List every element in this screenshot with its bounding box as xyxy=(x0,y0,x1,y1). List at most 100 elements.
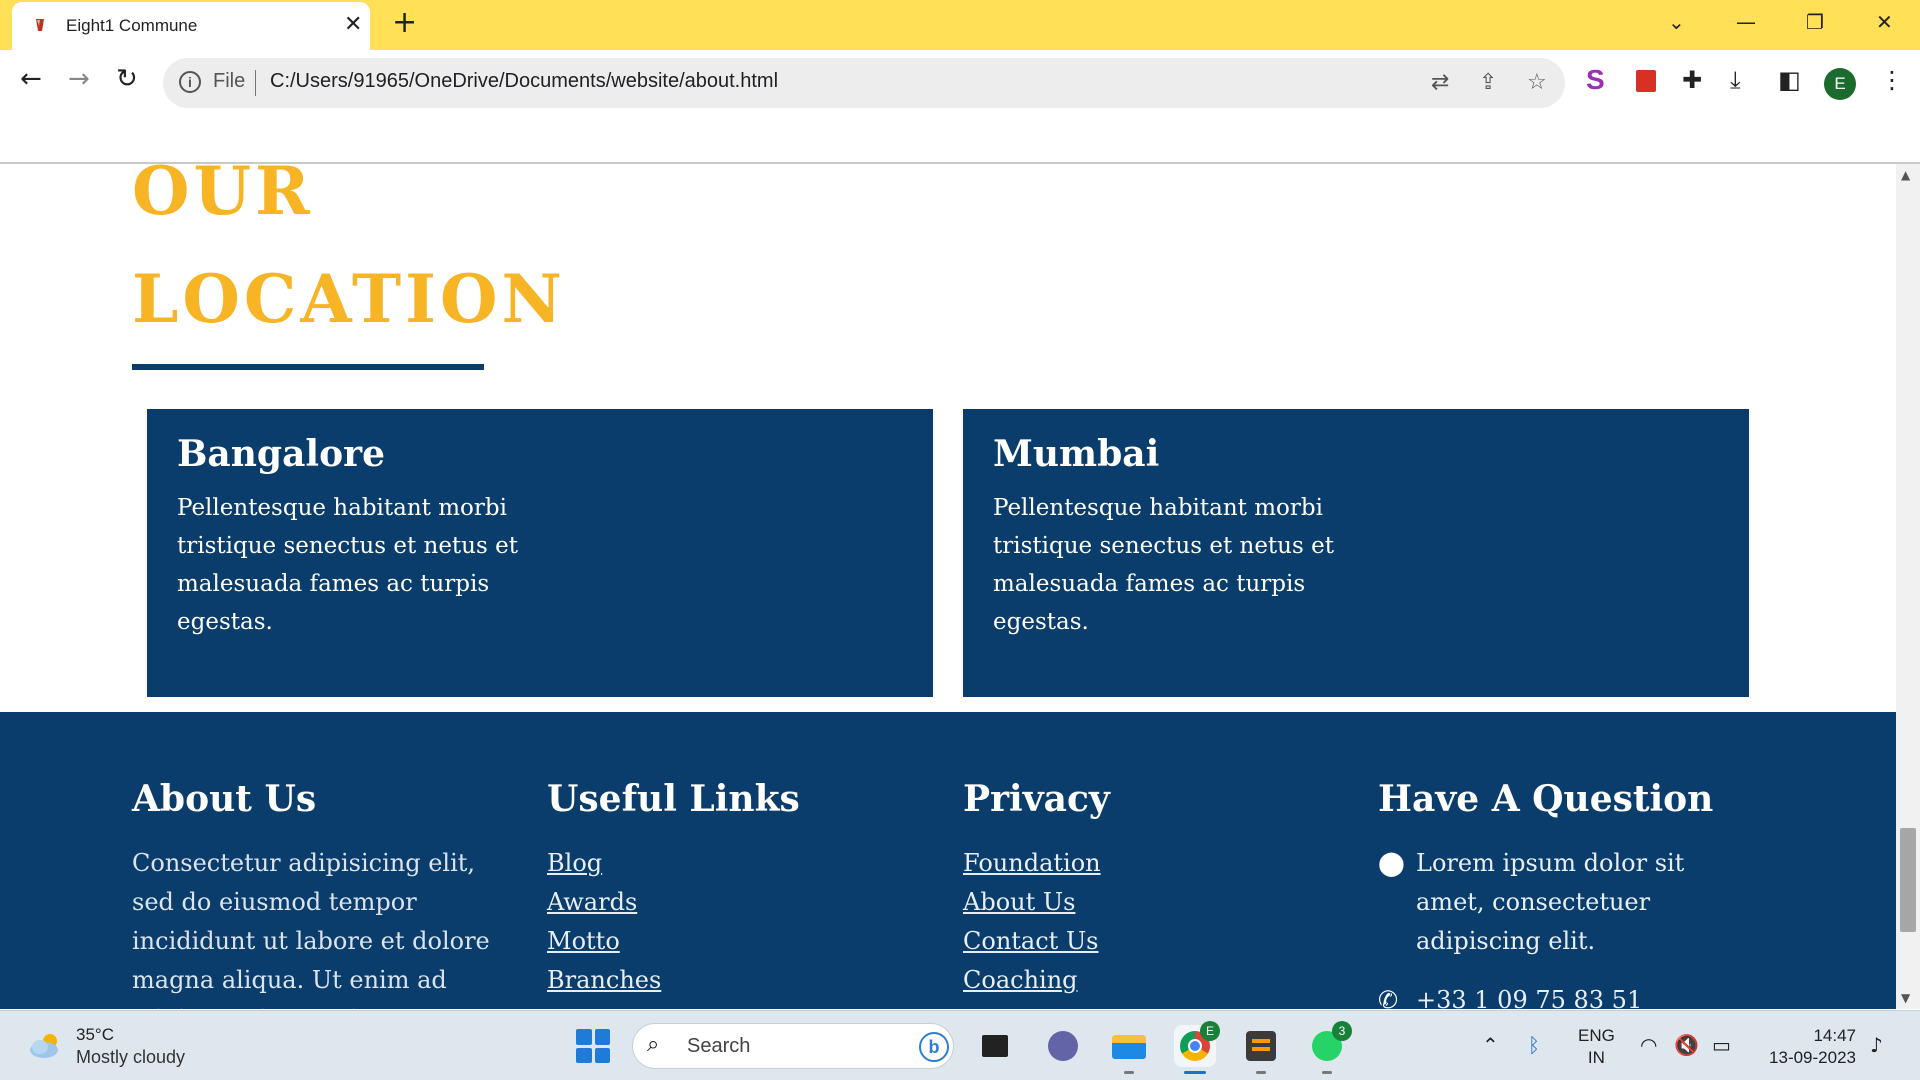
location-city: Bangalore xyxy=(177,433,385,475)
side-panel-icon[interactable]: ◧ xyxy=(1778,66,1801,94)
sublime-running-indicator xyxy=(1256,1071,1266,1074)
file-explorer-icon[interactable] xyxy=(1108,1025,1150,1067)
footer-privacy: Privacy Foundation About Us Contact Us C… xyxy=(963,778,1110,1000)
contact-phone-text[interactable]: +33 1 09 75 83 51 xyxy=(1416,981,1756,1009)
footer-link-foundation[interactable]: Foundation xyxy=(963,844,1110,883)
footer-link-awards[interactable]: Awards xyxy=(547,883,800,922)
whatsapp-icon[interactable]: 3 xyxy=(1306,1021,1352,1067)
footer-link-branches[interactable]: Branches xyxy=(547,961,800,1000)
chevron-up-icon[interactable]: ⌃ xyxy=(1482,1033,1499,1057)
footer-question: Have A Question ⬤ Lorem ipsum dolor sit … xyxy=(1378,778,1756,1009)
location-description: Pellentesque habitant morbi tristique se… xyxy=(993,495,1334,635)
location-description: Pellentesque habitant morbi tristique se… xyxy=(177,495,518,635)
section-heading-line2: LOCATION xyxy=(132,260,566,338)
task-view-icon[interactable] xyxy=(974,1025,1016,1067)
clock-date: 13-09-2023 xyxy=(1769,1048,1856,1067)
weather-temperature[interactable]: 35°C xyxy=(76,1025,114,1045)
footer-useful-links: Useful Links Blog Awards Motto Branches xyxy=(547,778,800,1000)
phone-icon: ✆ xyxy=(1378,986,1399,1009)
back-arrow-icon[interactable]: ← xyxy=(20,66,42,92)
chrome-taskbar-icon[interactable]: E xyxy=(1174,1021,1220,1067)
sublime-text-icon[interactable] xyxy=(1240,1025,1282,1067)
chrome-profile-badge: E xyxy=(1200,1021,1220,1041)
whatsapp-running-indicator xyxy=(1322,1071,1332,1074)
page-viewport: OUR LOCATION Bangalore Pellentesque habi… xyxy=(0,164,1896,1009)
browser-tab[interactable]: Eight1 Commune ✕ xyxy=(12,2,370,50)
translate-icon[interactable]: ⇄ xyxy=(1431,70,1449,95)
chrome-active-indicator xyxy=(1184,1071,1206,1074)
star-icon[interactable]: ☆ xyxy=(1527,70,1547,95)
scroll-down-arrow-icon[interactable]: ▼ xyxy=(1901,991,1910,1005)
search-icon: ⌕ xyxy=(647,1032,660,1057)
footer-link-contact-us[interactable]: Contact Us xyxy=(963,922,1110,961)
location-pin-icon: ⬤ xyxy=(1378,849,1405,877)
location-card-bangalore: Bangalore Pellentesque habitant morbi tr… xyxy=(147,409,933,697)
profile-avatar[interactable]: E xyxy=(1824,68,1856,100)
region-code: IN xyxy=(1587,1048,1605,1067)
clock-time: 14:47 xyxy=(1813,1026,1856,1045)
close-window-icon[interactable]: ✕ xyxy=(1876,10,1893,34)
url-text[interactable]: C:/Users/91965/OneDrive/Documents/websit… xyxy=(270,70,778,93)
battery-icon[interactable]: ▭ xyxy=(1712,1033,1731,1057)
heading-underline xyxy=(132,364,484,370)
footer-question-title: Have A Question xyxy=(1378,778,1714,820)
footer-link-blog[interactable]: Blog xyxy=(547,844,800,883)
puzzle-icon[interactable]: ✚ xyxy=(1682,66,1702,94)
cloud-weather-icon[interactable] xyxy=(28,1031,64,1059)
section-heading-line1: OUR xyxy=(132,164,314,230)
footer-link-motto[interactable]: Motto xyxy=(547,922,800,961)
bluetooth-icon[interactable]: ᛒ xyxy=(1528,1033,1540,1057)
favicon-icon xyxy=(36,19,44,31)
site-footer: About Us Consectetur adipisicing elit, s… xyxy=(0,712,1896,1009)
info-icon[interactable]: i xyxy=(179,71,201,93)
taskbar-search[interactable]: ⌕ Search b xyxy=(632,1023,954,1069)
tab-search-chevron-icon[interactable]: ⌄ xyxy=(1668,10,1685,34)
whatsapp-unread-badge: 3 xyxy=(1332,1021,1352,1041)
vertical-scrollbar[interactable]: ▲ ▼ xyxy=(1896,164,1920,1009)
volume-muted-icon[interactable]: 🔇 xyxy=(1674,1033,1699,1057)
teams-chat-icon[interactable] xyxy=(1042,1025,1084,1067)
bing-icon[interactable]: b xyxy=(919,1032,949,1062)
explorer-running-indicator xyxy=(1124,1071,1134,1074)
extension-book-icon[interactable] xyxy=(1636,70,1656,92)
footer-about: About Us Consectetur adipisicing elit, s… xyxy=(132,778,502,1009)
location-city: Mumbai xyxy=(993,433,1160,475)
contact-phone: ✆ +33 1 09 75 83 51 xyxy=(1378,981,1756,1009)
contact-address-text: Lorem ipsum dolor sit amet, consectetuer… xyxy=(1416,849,1685,955)
new-tab-button[interactable]: + xyxy=(392,8,417,38)
address-bar[interactable]: i File C:/Users/91965/OneDrive/Documents… xyxy=(163,58,1565,108)
footer-about-text: Consectetur adipisicing elit, sed do eiu… xyxy=(132,849,490,1009)
minimize-icon[interactable]: — xyxy=(1736,10,1756,34)
restore-icon[interactable]: ❐ xyxy=(1806,10,1824,34)
system-clock[interactable]: 14:47 13-09-2023 xyxy=(1760,1025,1856,1069)
scroll-up-arrow-icon[interactable]: ▲ xyxy=(1901,168,1910,182)
location-card-mumbai: Mumbai Pellentesque habitant morbi trist… xyxy=(963,409,1749,697)
footer-privacy-title: Privacy xyxy=(963,778,1110,820)
notification-bell-icon[interactable]: ♪ xyxy=(1870,1033,1883,1057)
extension-s-icon[interactable]: S xyxy=(1586,64,1605,96)
browser-toolbar: ← → ↻ i File C:/Users/91965/OneDrive/Doc… xyxy=(0,50,1920,116)
url-scheme-label: File xyxy=(213,70,246,92)
footer-useful-links-title: Useful Links xyxy=(547,778,800,820)
reload-icon[interactable]: ↻ xyxy=(116,66,138,92)
wifi-icon[interactable]: ◠ xyxy=(1640,1033,1657,1057)
share-icon[interactable]: ⇪ xyxy=(1479,70,1497,95)
footer-about-title: About Us xyxy=(132,778,317,820)
footer-link-coaching[interactable]: Coaching xyxy=(963,961,1110,1000)
search-label: Search xyxy=(687,1035,751,1057)
address-separator xyxy=(255,70,256,96)
tab-strip: Eight1 Commune ✕ + ⌄ — ❐ ✕ xyxy=(0,0,1920,50)
weather-description[interactable]: Mostly cloudy xyxy=(76,1047,185,1068)
close-tab-icon[interactable]: ✕ xyxy=(344,12,362,37)
language-indicator[interactable]: ENG IN xyxy=(1578,1025,1615,1069)
scroll-thumb[interactable] xyxy=(1900,828,1916,932)
language-code: ENG xyxy=(1578,1026,1615,1045)
windows-start-icon[interactable] xyxy=(576,1029,610,1063)
contact-address: ⬤ Lorem ipsum dolor sit amet, consectetu… xyxy=(1378,844,1756,961)
windows-taskbar: 35°C Mostly cloudy ⌕ Search b E 3 ⌃ ᛒ EN… xyxy=(0,1010,1920,1080)
tab-title: Eight1 Commune xyxy=(66,16,198,35)
footer-link-about-us[interactable]: About Us xyxy=(963,883,1110,922)
download-icon[interactable]: ⤓ xyxy=(1730,66,1741,94)
forward-arrow-icon[interactable]: → xyxy=(68,66,90,92)
kebab-menu-icon[interactable]: ⋮ xyxy=(1880,66,1904,94)
